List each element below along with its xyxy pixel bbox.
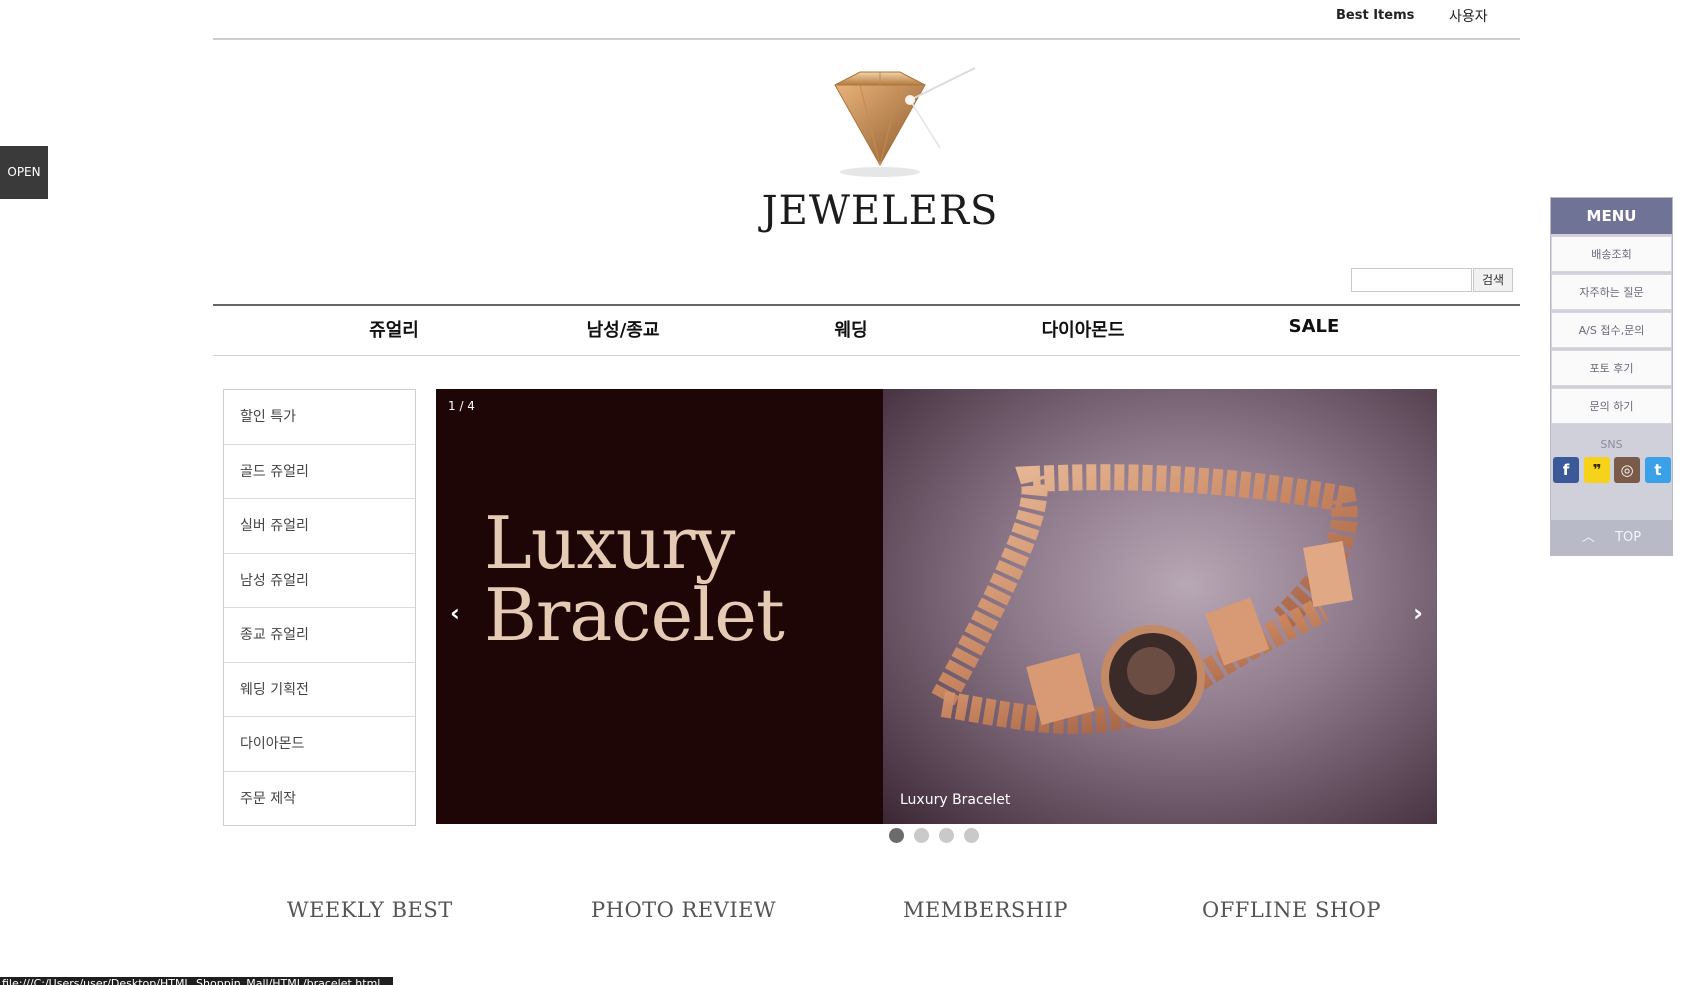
quick-item-faq[interactable]: 자주하는 질문 bbox=[1551, 274, 1672, 310]
quick-menu: MENU 배송조회 자주하는 질문 A/S 접수,문의 포토 후기 문의 하기 … bbox=[1550, 197, 1673, 556]
top-label: TOP bbox=[1615, 530, 1642, 545]
site-logo[interactable]: JEWELERS bbox=[760, 60, 1000, 238]
hero-title-line1: Luxury bbox=[484, 501, 735, 585]
side-item-silver[interactable]: 실버 쥬얼리 bbox=[224, 499, 415, 554]
facebook-icon[interactable]: f bbox=[1553, 457, 1579, 483]
chevron-up-icon: ︿ bbox=[1581, 530, 1595, 545]
slider-next-button[interactable]: › bbox=[1413, 599, 1423, 627]
open-panel-button[interactable]: OPEN bbox=[0, 146, 48, 199]
side-item-diamond[interactable]: 다이아몬드 bbox=[224, 717, 415, 772]
side-item-men[interactable]: 남성 쥬얼리 bbox=[224, 554, 415, 608]
diamond-icon bbox=[834, 67, 976, 177]
photo-review-link[interactable]: PHOTO REVIEW bbox=[591, 898, 776, 922]
bracelet-image bbox=[883, 389, 1437, 824]
twitter-icon[interactable]: t bbox=[1645, 457, 1671, 483]
side-item-discount[interactable]: 할인 특가 bbox=[224, 390, 415, 445]
slide-text-panel: 1 / 4 Luxury Bracelet bbox=[436, 389, 883, 824]
hero-slider: 1 / 4 Luxury Bracelet ‹ › Luxury Bracele… bbox=[436, 389, 1437, 824]
logo-text: JEWELERS bbox=[761, 188, 999, 234]
category-sale[interactable]: SALE bbox=[1234, 316, 1394, 337]
category-men-religion[interactable]: 남성/종교 bbox=[543, 316, 703, 342]
top-nav: Best Items 사용자 bbox=[213, 0, 1520, 40]
sns-row: f ❞ ◎ t bbox=[1551, 457, 1672, 487]
offline-shop-link[interactable]: OFFLINE SHOP bbox=[1202, 898, 1381, 922]
quick-item-as[interactable]: A/S 접수,문의 bbox=[1551, 312, 1672, 348]
quick-item-inquiry[interactable]: 문의 하기 bbox=[1551, 388, 1672, 424]
quick-item-delivery[interactable]: 배송조회 bbox=[1551, 236, 1672, 272]
user-link[interactable]: 사용자 bbox=[1449, 6, 1488, 26]
best-items-link[interactable]: Best Items bbox=[1336, 8, 1414, 23]
category-diamond[interactable]: 다이아몬드 bbox=[1003, 316, 1163, 342]
side-item-religion[interactable]: 종교 쥬얼리 bbox=[224, 608, 415, 663]
membership-link[interactable]: MEMBERSHIP bbox=[903, 898, 1068, 922]
category-jewelry[interactable]: 쥬얼리 bbox=[314, 316, 474, 342]
slider-dot-1[interactable] bbox=[889, 828, 904, 843]
slider-dot-4[interactable] bbox=[964, 828, 979, 843]
scroll-top-button[interactable]: ︿ TOP bbox=[1551, 520, 1672, 555]
weekly-best-link[interactable]: WEEKLY BEST bbox=[287, 898, 453, 922]
search-button[interactable]: 검색 bbox=[1473, 268, 1513, 292]
side-menu: 할인 특가 골드 쥬얼리 실버 쥬얼리 남성 쥬얼리 종교 쥬얼리 웨딩 기획전… bbox=[223, 389, 416, 826]
bracelet-illustration bbox=[931, 464, 1358, 734]
quick-item-photo-review[interactable]: 포토 후기 bbox=[1551, 350, 1672, 386]
quick-menu-title: MENU bbox=[1551, 198, 1672, 234]
side-item-wedding[interactable]: 웨딩 기획전 bbox=[224, 663, 415, 717]
hero-title-line2: Bracelet bbox=[484, 573, 785, 657]
browser-status-url: file:///C:/Users/user/Desktop/HTML_Shopp… bbox=[0, 977, 393, 985]
side-item-gold[interactable]: 골드 쥬얼리 bbox=[224, 445, 415, 499]
slide-counter: 1 / 4 bbox=[448, 399, 475, 413]
category-wedding[interactable]: 웨딩 bbox=[771, 316, 931, 342]
kakaostory-icon[interactable]: ❞ bbox=[1584, 457, 1610, 483]
slider-prev-button[interactable]: ‹ bbox=[450, 599, 460, 627]
instagram-icon[interactable]: ◎ bbox=[1614, 457, 1640, 483]
search-input[interactable] bbox=[1351, 268, 1472, 292]
category-nav: 쥬얼리 남성/종교 웨딩 다이아몬드 SALE bbox=[213, 304, 1520, 356]
side-item-custom-order[interactable]: 주문 제작 bbox=[224, 772, 415, 827]
slide-caption: Luxury Bracelet bbox=[900, 792, 1011, 808]
slider-dot-2[interactable] bbox=[914, 828, 929, 843]
sns-label: SNS bbox=[1600, 438, 1623, 451]
hero-title: Luxury Bracelet bbox=[484, 501, 785, 657]
slider-dot-3[interactable] bbox=[939, 828, 954, 843]
